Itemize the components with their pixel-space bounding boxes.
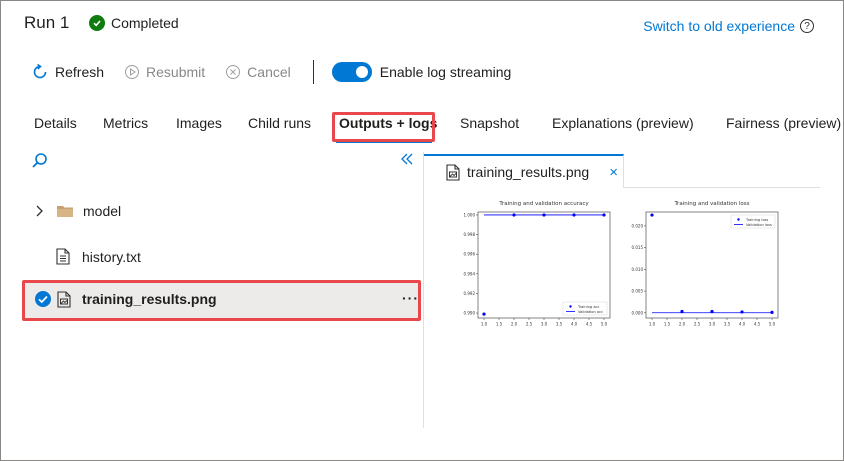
x-tick-label: 3.5 <box>724 322 731 327</box>
x-tick-label: 3.0 <box>541 322 548 327</box>
x-tick-label: 2.0 <box>679 322 686 327</box>
tab-snapshot[interactable]: Snapshot <box>460 115 519 131</box>
tab-metrics[interactable]: Metrics <box>103 115 148 131</box>
x-tick-label: 1.0 <box>481 322 488 327</box>
resubmit-button[interactable]: Resubmit <box>124 64 205 80</box>
folder-icon <box>57 206 73 217</box>
tab-explanations[interactable]: Explanations (preview) <box>552 115 694 131</box>
x-tick-label: 3.5 <box>556 322 563 327</box>
y-tick-label: 0.020 <box>632 223 644 228</box>
x-tick-label: 4.5 <box>586 322 593 327</box>
x-tick-label: 3.0 <box>709 322 716 327</box>
resubmit-label: Resubmit <box>146 64 206 80</box>
cancel-button[interactable]: Cancel <box>225 64 291 80</box>
y-tick-label: 0.992 <box>464 291 476 296</box>
log-streaming-toggle[interactable] <box>331 62 372 82</box>
status-text: Completed <box>111 15 179 31</box>
search-icon[interactable] <box>31 152 49 175</box>
legend-label: Validation loss <box>746 223 772 227</box>
data-point <box>650 213 654 217</box>
chart-title: Training and validation loss <box>674 201 750 207</box>
tree-item-label: model <box>83 203 122 219</box>
collapse-panel-icon[interactable] <box>400 152 414 169</box>
tree-item-history[interactable]: history.txt <box>24 248 141 265</box>
y-tick-label: 0.994 <box>464 271 476 276</box>
toolbar: Refresh Resubmit Cancel Enable log strea… <box>31 60 511 84</box>
switch-link-label[interactable]: Switch to old experience <box>643 18 795 34</box>
preview-tab-label: training_results.png <box>467 164 590 180</box>
run-title: Run 1 <box>24 13 70 32</box>
tab-details[interactable]: Details <box>34 115 77 131</box>
y-tick-label: 0.000 <box>632 310 644 315</box>
chevron-right-icon[interactable] <box>34 204 46 218</box>
legend-label: Validation acc <box>578 310 603 314</box>
x-tick-label: 2.5 <box>694 322 701 327</box>
x-tick-label: 2.5 <box>526 322 533 327</box>
x-tick-label: 4.0 <box>571 322 578 327</box>
log-streaming-label: Enable log streaming <box>379 64 512 80</box>
legend-label: Training acc <box>577 305 599 309</box>
legend-swatch <box>737 218 740 221</box>
tab-highlight-box <box>332 112 435 142</box>
file-highlight-box <box>22 280 421 321</box>
play-circle-icon <box>125 65 140 79</box>
status-indicator: Completed <box>89 15 179 31</box>
x-tick-label: 4.0 <box>739 322 746 327</box>
accuracy-chart: Training and validation accuracy 1.0 1.5 2.… <box>464 201 611 327</box>
x-tick-label: 1.5 <box>664 322 671 327</box>
help-icon[interactable]: ? <box>800 19 814 33</box>
close-icon[interactable]: × <box>609 164 618 181</box>
data-point <box>770 310 774 314</box>
tree-item-model[interactable]: model <box>24 203 121 219</box>
tab-child-runs[interactable]: Child runs <box>248 115 311 131</box>
legend-label: Training loss <box>745 218 768 222</box>
cancel-label: Cancel <box>247 64 291 80</box>
data-point <box>482 312 486 316</box>
y-tick-label: 0.990 <box>464 311 476 316</box>
x-tick-label: 5.0 <box>601 322 608 327</box>
switch-old-experience-link[interactable]: Switch to old experience ? <box>643 18 814 34</box>
chart-title: Training and validation accuracy <box>498 201 589 207</box>
y-tick-label: 0.010 <box>632 267 644 272</box>
refresh-icon <box>33 63 47 79</box>
tab-images[interactable]: Images <box>176 115 222 131</box>
x-tick-label: 4.5 <box>754 322 761 327</box>
toolbar-divider <box>312 60 314 84</box>
y-tick-label: 0.998 <box>464 232 476 237</box>
x-tick-label: 2.0 <box>511 322 518 327</box>
tree-item-label: history.txt <box>82 248 141 265</box>
loss-chart: Training and validation loss 1.0 1.5 2.0 2.5… <box>632 201 779 327</box>
preview-tab-baseline <box>624 187 820 188</box>
refresh-button[interactable]: Refresh <box>31 63 104 81</box>
y-tick-label: 0.015 <box>632 245 644 250</box>
document-icon <box>56 248 70 265</box>
cancel-circle-icon <box>226 65 241 79</box>
legend-swatch <box>569 305 572 308</box>
y-tick-label: 1.000 <box>464 212 476 217</box>
x-tick-label: 1.0 <box>649 322 656 327</box>
preview-tab[interactable]: training_results.png × <box>424 154 624 188</box>
tab-fairness[interactable]: Fairness (preview) <box>726 115 841 131</box>
refresh-label: Refresh <box>55 64 105 80</box>
y-tick-label: 0.996 <box>464 252 476 257</box>
x-tick-label: 5.0 <box>769 322 776 327</box>
x-tick-label: 1.5 <box>496 322 503 327</box>
image-file-icon <box>446 163 460 181</box>
check-circle-icon <box>89 15 105 31</box>
panel-divider <box>423 152 424 428</box>
y-tick-label: 0.005 <box>632 289 644 294</box>
